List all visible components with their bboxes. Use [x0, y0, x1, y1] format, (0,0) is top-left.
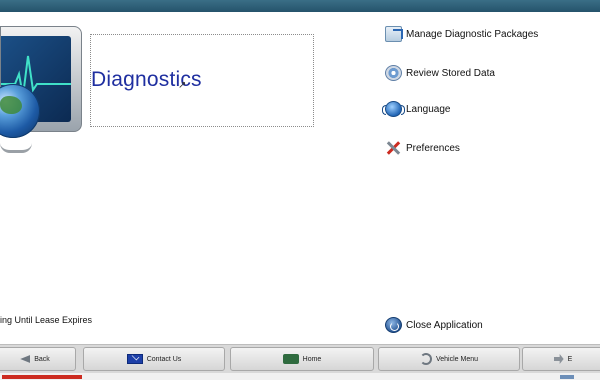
back-arrow-icon — [20, 355, 31, 363]
menu-preferences[interactable]: Preferences — [385, 139, 460, 157]
menu-label: Preferences — [406, 142, 460, 154]
window-top-bar — [0, 0, 600, 12]
bottom-navigation-bar: Back Contact Us Home Vehicle Menu E — [0, 344, 600, 373]
mouse-cursor-icon: ↗ — [178, 80, 187, 91]
diagnostics-hero-graphic — [0, 22, 82, 154]
close-application-button[interactable]: Close Application — [385, 316, 483, 334]
menu-review-stored-data[interactable]: Review Stored Data — [385, 64, 495, 82]
disc-icon — [385, 65, 402, 81]
menu-label: Manage Diagnostic Packages — [406, 28, 539, 40]
power-icon — [385, 317, 402, 333]
menu-label: Language — [406, 103, 451, 115]
exit-icon — [553, 354, 564, 364]
vehicle-menu-label: Vehicle Menu — [435, 355, 479, 363]
package-icon — [385, 26, 402, 42]
back-label: Back — [34, 355, 50, 363]
exit-label: E — [567, 355, 573, 363]
language-icon — [382, 101, 405, 117]
cable-icon — [0, 140, 32, 153]
status-indicator — [2, 375, 82, 379]
home-device-icon — [282, 354, 299, 364]
menu-language[interactable]: Language — [382, 100, 451, 118]
vehicle-menu-icon — [419, 353, 432, 365]
status-bar — [0, 373, 600, 380]
envelope-icon — [126, 354, 143, 364]
vehicle-menu-button[interactable]: Vehicle Menu — [378, 347, 520, 371]
lease-status-text: ing Until Lease Expires — [0, 315, 93, 325]
home-button[interactable]: Home — [230, 347, 374, 371]
contact-us-button[interactable]: Contact Us — [83, 347, 225, 371]
title-panel: Diagnostics ↗ — [90, 34, 314, 127]
menu-label: Review Stored Data — [406, 67, 495, 79]
close-application-label: Close Application — [406, 319, 483, 331]
status-indicator-right — [560, 375, 574, 379]
tools-icon — [385, 140, 402, 156]
exit-button[interactable]: E — [522, 347, 600, 371]
back-button[interactable]: Back — [0, 347, 76, 371]
home-label: Home — [302, 355, 322, 363]
contact-us-label: Contact Us — [146, 355, 182, 363]
menu-manage-diagnostic-packages[interactable]: Manage Diagnostic Packages — [385, 25, 538, 43]
